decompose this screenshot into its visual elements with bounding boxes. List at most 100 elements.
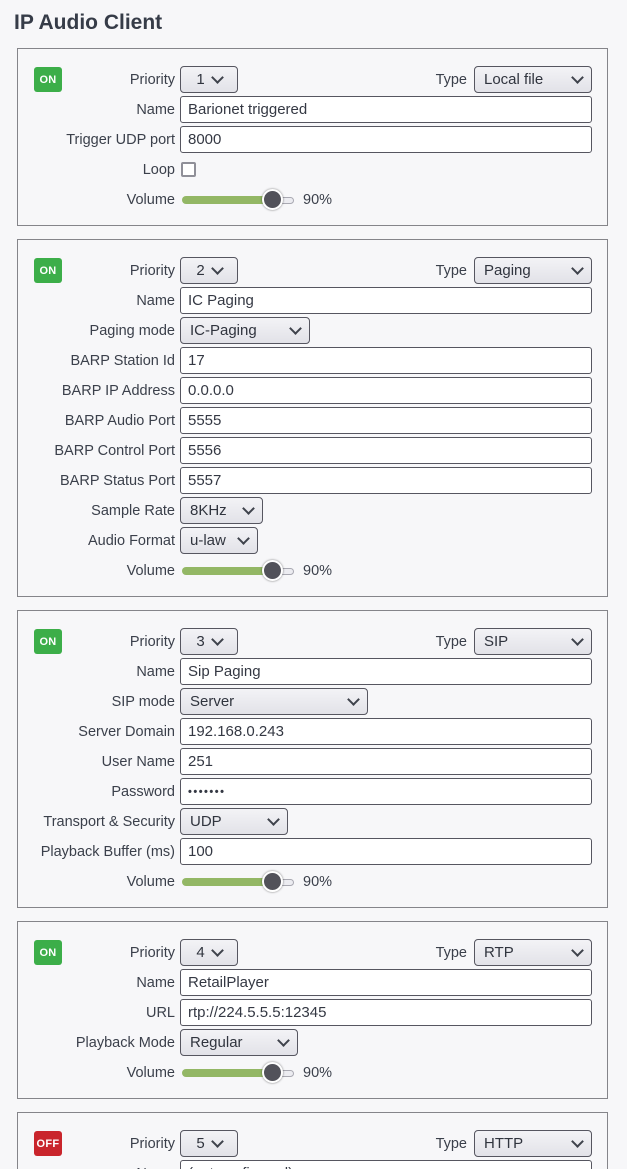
select-value: 8KHz <box>190 502 227 519</box>
slider-handle[interactable] <box>262 871 283 892</box>
url-input[interactable] <box>180 999 592 1026</box>
audio-format-select[interactable]: u-law <box>180 527 258 554</box>
field-label: Playback Mode <box>34 1035 180 1051</box>
name-input[interactable] <box>180 1160 592 1169</box>
type-select[interactable]: HTTP <box>474 1130 592 1157</box>
playback-mode-select[interactable]: Regular <box>180 1029 298 1056</box>
slider-handle[interactable] <box>262 1062 283 1083</box>
volume-value: 90% <box>303 563 332 579</box>
priority-select[interactable]: 4 <box>180 939 238 966</box>
playback-buffer-input[interactable] <box>180 838 592 865</box>
priority-select[interactable]: 1 <box>180 66 238 93</box>
field-label: Paging mode <box>34 323 180 339</box>
type-value: Local file <box>484 71 543 88</box>
select-value: u-law <box>190 532 226 549</box>
priority-select[interactable]: 3 <box>180 628 238 655</box>
chevron-down-icon <box>571 71 584 84</box>
field-label: User Name <box>34 754 180 770</box>
slider-handle[interactable] <box>262 189 283 210</box>
type-select[interactable]: Local file <box>474 66 592 93</box>
trigger-udp-port-input[interactable] <box>180 126 592 153</box>
field-label: URL <box>34 1005 180 1021</box>
chevron-down-icon <box>571 633 584 646</box>
name-input[interactable] <box>180 969 592 996</box>
priority-value: 2 <box>196 262 204 279</box>
type-select[interactable]: Paging <box>474 257 592 284</box>
server-domain-input[interactable] <box>180 718 592 745</box>
priority-value: 5 <box>196 1135 204 1152</box>
client-panel-3: ON Priority 3 Type SIP Name SIP mode Ser… <box>17 610 608 908</box>
field-label: Name <box>34 102 180 118</box>
page-title: IP Audio Client <box>14 11 627 35</box>
field-label: Trigger UDP port <box>34 132 180 148</box>
volume-label: Volume <box>34 563 180 579</box>
select-value: IC-Paging <box>190 322 257 339</box>
name-input[interactable] <box>180 658 592 685</box>
volume-label: Volume <box>34 874 180 890</box>
user-name-input[interactable] <box>180 748 592 775</box>
field-label: BARP Status Port <box>34 473 180 489</box>
select-value: UDP <box>190 813 222 830</box>
chevron-down-icon <box>571 944 584 957</box>
client-panel-4: ON Priority 4 Type RTP Name URL Playback… <box>17 921 608 1099</box>
volume-value: 90% <box>303 192 332 208</box>
volume-slider[interactable] <box>182 189 294 210</box>
field-label: BARP Station Id <box>34 353 180 369</box>
priority-select[interactable]: 5 <box>180 1130 238 1157</box>
barp-station-id-input[interactable] <box>180 347 592 374</box>
chevron-down-icon <box>267 813 280 826</box>
type-value: SIP <box>484 633 508 650</box>
volume-value: 90% <box>303 874 332 890</box>
field-label: Password <box>34 784 180 800</box>
barp-status-port-input[interactable] <box>180 467 592 494</box>
volume-label: Volume <box>34 192 180 208</box>
client-panel-5: OFF Priority 5 Type HTTP Name <box>17 1112 608 1169</box>
type-select[interactable]: RTP <box>474 939 592 966</box>
name-input[interactable] <box>180 287 592 314</box>
priority-label: Priority <box>62 1136 180 1152</box>
field-label: Playback Buffer (ms) <box>34 844 180 860</box>
field-label: BARP IP Address <box>34 383 180 399</box>
client-panel-1: ON Priority 1 Type Local file Name Trigg… <box>17 48 608 226</box>
status-badge: ON <box>34 67 62 92</box>
sample-rate-select[interactable]: 8KHz <box>180 497 263 524</box>
loop-checkbox[interactable] <box>181 162 196 177</box>
barp-control-port-input[interactable] <box>180 437 592 464</box>
chevron-down-icon <box>242 502 255 515</box>
volume-slider[interactable] <box>182 1062 294 1083</box>
sip-mode-select[interactable]: Server <box>180 688 368 715</box>
type-label: Type <box>436 1136 467 1152</box>
field-label: BARP Audio Port <box>34 413 180 429</box>
chevron-down-icon <box>571 262 584 275</box>
type-label: Type <box>436 945 467 961</box>
client-panel-2: ON Priority 2 Type Paging Name Paging mo… <box>17 239 608 597</box>
field-label: Server Domain <box>34 724 180 740</box>
barp-audio-port-input[interactable] <box>180 407 592 434</box>
chevron-down-icon <box>289 322 302 335</box>
field-label: Audio Format <box>34 533 180 549</box>
priority-label: Priority <box>62 634 180 650</box>
type-value: HTTP <box>484 1135 523 1152</box>
type-value: RTP <box>484 944 514 961</box>
chevron-down-icon <box>211 262 224 275</box>
barp-ip-address-input[interactable] <box>180 377 592 404</box>
priority-select[interactable]: 2 <box>180 257 238 284</box>
priority-label: Priority <box>62 945 180 961</box>
field-label: Transport & Security <box>34 814 180 830</box>
paging-mode-select[interactable]: IC-Paging <box>180 317 310 344</box>
field-label: Loop <box>34 162 180 178</box>
password-input[interactable] <box>180 778 592 805</box>
transport-security-select[interactable]: UDP <box>180 808 288 835</box>
chevron-down-icon <box>211 944 224 957</box>
type-label: Type <box>436 634 467 650</box>
chevron-down-icon <box>211 71 224 84</box>
field-label: Sample Rate <box>34 503 180 519</box>
type-select[interactable]: SIP <box>474 628 592 655</box>
select-value: Server <box>190 693 234 710</box>
name-input[interactable] <box>180 96 592 123</box>
priority-value: 4 <box>196 944 204 961</box>
status-badge: ON <box>34 940 62 965</box>
volume-slider[interactable] <box>182 560 294 581</box>
slider-handle[interactable] <box>262 560 283 581</box>
volume-slider[interactable] <box>182 871 294 892</box>
